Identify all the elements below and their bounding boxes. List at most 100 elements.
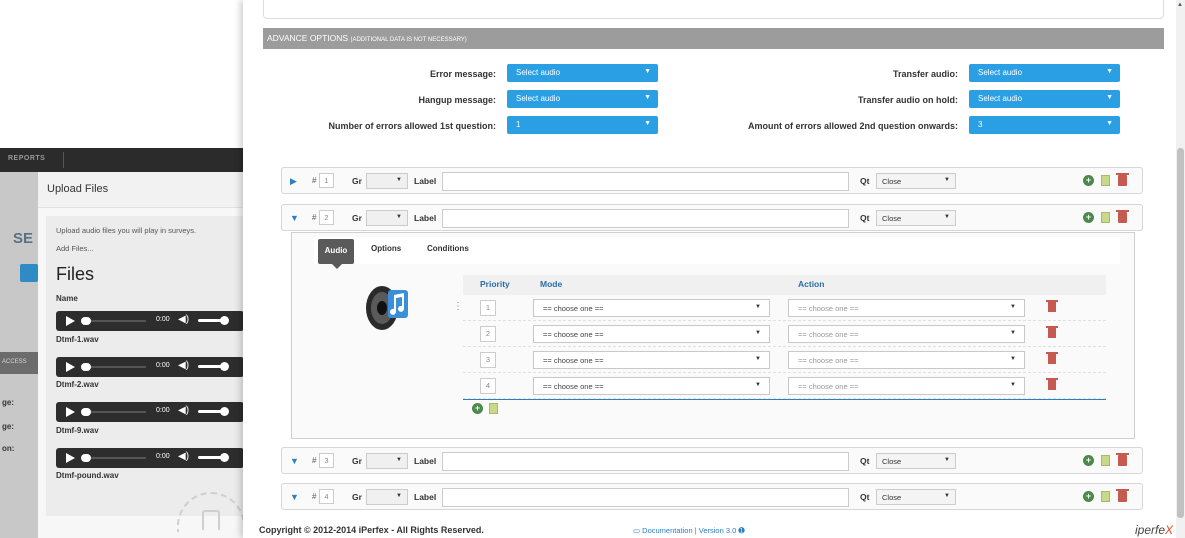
top-field[interactable] (263, 0, 1164, 19)
scrollbar-thumb[interactable] (1177, 148, 1184, 518)
volume-knob[interactable] (220, 407, 229, 416)
play-icon[interactable] (66, 362, 75, 372)
upload-window: REPORTS SE ACCESS ge: ge: on: Upload Fil… (0, 148, 260, 538)
copy-icon[interactable] (1101, 212, 1110, 223)
action-select[interactable]: == choose one == ▼ (788, 377, 1025, 395)
hangup-message-select[interactable]: Select audio ▼ (507, 90, 658, 108)
expand-toggle-icon[interactable]: ▼ (290, 456, 299, 466)
volume-knob[interactable] (220, 453, 229, 462)
label-input[interactable] (442, 452, 849, 471)
question-number[interactable]: 2 (319, 210, 334, 225)
trash-icon[interactable] (1116, 210, 1129, 223)
scrollbar[interactable]: ▲ (1176, 0, 1185, 538)
question-type-select[interactable]: Close ▼ (876, 489, 956, 505)
copy-icon[interactable] (489, 403, 498, 414)
label-input[interactable] (442, 209, 849, 228)
label-input[interactable] (442, 172, 849, 191)
volume-bar[interactable] (198, 319, 222, 322)
seek-knob[interactable] (81, 363, 91, 371)
hash-label: # (312, 492, 317, 501)
action-select[interactable]: == choose one == ▼ (788, 325, 1025, 343)
copy-icon[interactable] (1101, 175, 1110, 186)
partial-button[interactable] (20, 264, 38, 282)
seek-track[interactable] (91, 457, 146, 459)
trash-icon[interactable] (1046, 326, 1058, 338)
action-select[interactable]: == choose one == ▼ (788, 299, 1025, 317)
nav-reports[interactable]: REPORTS (8, 155, 45, 162)
copy-icon[interactable] (1101, 455, 1110, 466)
seek-track[interactable] (91, 411, 146, 413)
mode-select[interactable]: == choose one == ▼ (533, 377, 770, 395)
question-type-select[interactable]: Close ▼ (876, 173, 956, 189)
priority-value[interactable]: 3 (480, 352, 496, 368)
add-files-link[interactable]: Add Files... (56, 244, 94, 253)
error-message-select[interactable]: Select audio ▼ (507, 64, 658, 82)
errors-first-question-select[interactable]: 1 ▼ (507, 116, 658, 134)
group-select[interactable]: ▼ (366, 210, 408, 226)
volume-icon[interactable]: ◀︎) (178, 451, 189, 462)
transfer-audio-on-hold-select[interactable]: Select audio ▼ (969, 90, 1120, 108)
audio-player[interactable]: 0:00 ◀︎) (56, 402, 244, 422)
volume-icon[interactable]: ◀︎) (178, 314, 189, 325)
add-icon[interactable]: + (1083, 175, 1094, 186)
question-type-select[interactable]: Close ▼ (876, 453, 956, 469)
add-icon[interactable]: + (1083, 491, 1094, 502)
volume-icon[interactable]: ◀︎) (178, 405, 189, 416)
audio-player[interactable]: 0:00 ◀︎) (56, 357, 244, 377)
mode-select[interactable]: == choose one == ▼ (533, 325, 770, 343)
tab-options[interactable]: Options (371, 244, 401, 253)
audio-player[interactable]: 0:00 ◀︎) (56, 311, 244, 331)
volume-bar[interactable] (198, 410, 222, 413)
mode-select[interactable]: == choose one == ▼ (533, 299, 770, 317)
volume-bar[interactable] (198, 365, 222, 368)
scroll-up-icon[interactable]: ▲ (1177, 2, 1183, 8)
group-select[interactable]: ▼ (366, 173, 408, 189)
volume-knob[interactable] (220, 316, 229, 325)
trash-icon[interactable] (1046, 300, 1058, 312)
volume-icon[interactable]: ◀︎) (178, 360, 189, 371)
expand-toggle-icon[interactable]: ▼ (290, 492, 299, 502)
question-number[interactable]: 4 (319, 489, 334, 504)
tab-conditions[interactable]: Conditions (427, 244, 469, 253)
trash-icon[interactable] (1116, 173, 1129, 186)
question-number[interactable]: 3 (319, 453, 334, 468)
add-icon[interactable]: + (472, 403, 483, 414)
label-input[interactable] (442, 488, 849, 507)
chevron-down-icon: ▼ (396, 214, 402, 220)
seek-track[interactable] (91, 366, 146, 368)
add-icon[interactable]: + (1083, 455, 1094, 466)
errors-second-question-select[interactable]: 3 ▼ (969, 116, 1120, 134)
trash-icon[interactable] (1116, 453, 1129, 466)
group-select[interactable]: ▼ (366, 453, 408, 469)
volume-knob[interactable] (220, 362, 229, 371)
play-icon[interactable] (66, 453, 75, 463)
expand-toggle-icon[interactable]: ▶ (290, 176, 297, 187)
seek-knob[interactable] (81, 454, 91, 462)
question-number[interactable]: 1 (319, 173, 334, 188)
mode-select[interactable]: == choose one == ▼ (533, 351, 770, 369)
audio-player[interactable]: 0:00 ◀︎) (56, 448, 244, 468)
add-icon[interactable]: + (1083, 212, 1094, 223)
trash-icon[interactable] (1046, 352, 1058, 364)
expand-toggle-icon[interactable]: ▼ (290, 213, 299, 223)
seek-track[interactable] (91, 320, 146, 322)
priority-value[interactable]: 1 (480, 300, 496, 316)
seek-knob[interactable] (81, 317, 91, 325)
play-icon[interactable] (66, 407, 75, 417)
priority-value[interactable]: 4 (480, 378, 496, 394)
trash-icon[interactable] (1116, 489, 1129, 502)
question-type-select[interactable]: Close ▼ (876, 210, 956, 226)
action-select[interactable]: == choose one == ▼ (788, 351, 1025, 369)
tab-audio[interactable]: Audio (318, 239, 354, 269)
documentation-link[interactable]: ▭ Documentation | Version 3.0 ➊ (633, 526, 745, 535)
trash-icon[interactable] (1046, 378, 1058, 390)
copy-icon[interactable] (1101, 491, 1110, 502)
priority-value[interactable]: 2 (480, 326, 496, 342)
transfer-audio-select[interactable]: Select audio ▼ (969, 64, 1120, 82)
volume-bar[interactable] (198, 456, 222, 459)
group-select[interactable]: ▼ (366, 489, 408, 505)
play-icon[interactable] (66, 316, 75, 326)
seek-knob[interactable] (81, 408, 91, 416)
drag-handle-icon[interactable]: ⋮ (453, 301, 463, 312)
files-heading: Files (56, 264, 95, 284)
